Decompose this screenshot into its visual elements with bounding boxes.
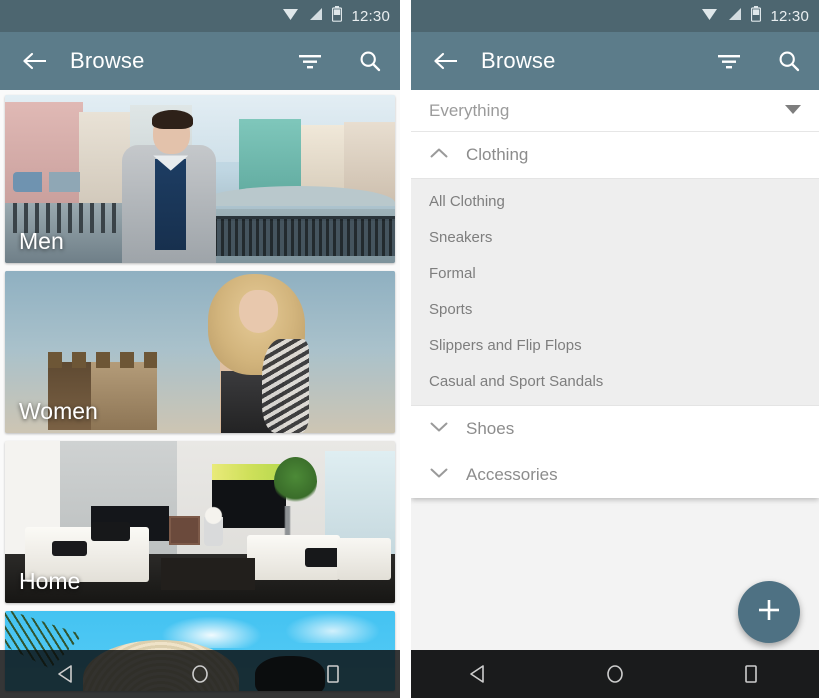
category-selector[interactable]: Everything [411,90,819,132]
category-card-label: Women [19,398,98,424]
search-icon[interactable] [777,49,801,73]
status-bar-clock: 12:30 [770,7,809,25]
filter-icon[interactable] [715,51,743,71]
filter-group-label: Accessories [466,465,558,484]
nav-home-icon[interactable] [583,650,647,698]
add-button-fab[interactable] [738,581,800,643]
page-title: Browse [70,48,145,73]
filter-group-shoes[interactable]: Shoes [411,406,819,452]
android-nav-bar-right[interactable] [411,650,819,698]
browse-results-panel: ₹ 2000 ₹ 2000 Everything [411,90,819,698]
status-bar-right: 12:30 [411,0,819,32]
filter-subitem[interactable]: Casual and Sport Sandals [411,363,819,399]
nav-back-icon[interactable] [447,650,511,698]
arrow-back-icon[interactable] [433,51,459,71]
arrow-back-icon[interactable] [22,51,48,71]
toolbar-left: Browse [0,32,400,90]
category-selector-value: Everything [429,100,510,120]
page-title: Browse [481,48,556,73]
category-card-men[interactable]: Men [5,95,395,263]
right-phone-screen: 12:30 Browse Everything Clothing All Clo… [411,0,819,698]
battery-icon [751,5,762,27]
left-phone-screen: 12:30 Browse Men Women Home [0,0,400,698]
signal-icon [308,7,323,26]
filter-subitem[interactable]: Slippers and Flip Flops [411,327,819,363]
nav-back-icon[interactable] [35,650,99,698]
status-bar-clock: 12:30 [351,7,390,25]
category-card-list[interactable]: Men Women Home [0,90,400,698]
wifi-icon [282,7,299,26]
screen-gutter [400,0,411,698]
wifi-icon [701,7,718,26]
filter-subitem-list[interactable]: All Clothing Sneakers Formal Sports Slip… [411,179,819,405]
category-card-home[interactable]: Home [5,441,395,603]
filter-subitem[interactable]: Sports [411,291,819,327]
filter-dropdown-sheet: Everything Clothing All Clothing Sneaker… [411,90,819,498]
category-card-label: Men [19,228,64,254]
signal-icon [727,7,742,26]
nav-recents-icon[interactable] [719,650,783,698]
filter-subitem[interactable]: All Clothing [411,183,819,219]
android-nav-bar-left[interactable] [0,650,400,698]
status-bar-left: 12:30 [0,0,400,32]
filter-group-label: Shoes [466,419,515,438]
chevron-up-icon[interactable] [429,146,449,164]
plus-icon [755,596,783,629]
chevron-down-icon[interactable] [429,466,449,484]
filter-icon[interactable] [296,51,324,71]
chevron-down-icon[interactable] [429,420,449,438]
filter-group-accessories[interactable]: Accessories [411,452,819,498]
filter-subitem[interactable]: Formal [411,255,819,291]
nav-home-icon[interactable] [168,650,232,698]
filter-group-clothing[interactable]: Clothing [411,132,819,178]
category-card-label: Home [19,568,81,594]
dual-screenshot-comparison: 12:30 Browse Men Women Home 12:30 Browse… [0,0,819,698]
filter-subitem[interactable]: Sneakers [411,219,819,255]
category-card-women[interactable]: Women [5,271,395,433]
battery-icon [332,5,343,27]
chevron-down-icon[interactable] [783,102,803,120]
toolbar-right: Browse [411,32,819,90]
nav-recents-icon[interactable] [301,650,365,698]
filter-group-label: Clothing [466,145,529,164]
search-icon[interactable] [358,49,382,73]
